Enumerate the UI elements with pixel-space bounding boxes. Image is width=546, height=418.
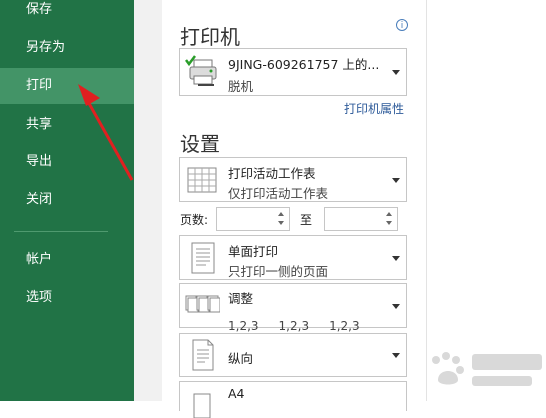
- collate-dropdown[interactable]: 调整 1,2,3 1,2,3 1,2,3: [179, 283, 407, 333]
- portrait-page-icon: [192, 339, 214, 371]
- collate-seq-2: 1,2,3: [278, 319, 310, 333]
- single-page-icon: [191, 242, 215, 273]
- paper-icon: [193, 393, 211, 418]
- printer-icon: [185, 55, 217, 86]
- pages-label: 页数:: [180, 213, 209, 227]
- chevron-down-icon: [392, 177, 400, 183]
- collate-seq-3: 1,2,3: [329, 319, 360, 333]
- collate-icon: [185, 295, 220, 312]
- chevron-down-icon: [392, 353, 400, 358]
- sheet-grid-icon: [187, 167, 217, 192]
- orientation-dropdown[interactable]: 纵向: [179, 333, 407, 377]
- spin-arrows-icon[interactable]: [277, 210, 287, 228]
- chevron-down-icon: [392, 303, 400, 309]
- chevron-down-icon: [392, 255, 400, 261]
- sides-main: 单面打印: [228, 244, 279, 259]
- chevron-down-icon: [392, 70, 400, 75]
- sides-dropdown[interactable]: 单面打印 只打印一侧的页面: [179, 235, 407, 280]
- to-label: 至: [300, 213, 313, 227]
- annotation-arrow-icon: [78, 84, 134, 181]
- print-what-dropdown[interactable]: 打印活动工作表 仅打印活动工作表: [179, 157, 407, 202]
- print-what-sub: 仅打印活动工作表: [228, 186, 329, 201]
- printer-name: 9JING-609261757 上的...: [228, 57, 380, 72]
- nav-save[interactable]: 保存: [0, 0, 134, 28]
- printer-status: 脱机: [228, 79, 254, 94]
- collate-seq-1: 1,2,3: [228, 319, 259, 333]
- info-icon[interactable]: i: [396, 19, 408, 31]
- pages-from-input[interactable]: [216, 207, 290, 231]
- sides-sub: 只打印一侧的页面: [228, 264, 329, 279]
- collate-sequence: 1,2,3 1,2,3 1,2,3: [228, 319, 360, 333]
- nav-options[interactable]: 选项: [0, 280, 134, 316]
- orientation-main: 纵向: [228, 351, 254, 366]
- paper-size-dropdown[interactable]: A4: [179, 381, 407, 418]
- printer-dropdown[interactable]: 9JING-609261757 上的... 脱机: [179, 48, 407, 96]
- baidu-watermark-icon: [432, 352, 542, 386]
- spin-arrows-icon[interactable]: [385, 210, 395, 228]
- collate-main: 调整: [228, 291, 254, 306]
- nav-divider: [14, 231, 108, 232]
- pages-to-input[interactable]: [324, 207, 398, 231]
- printer-properties-link[interactable]: 打印机属性: [344, 100, 404, 117]
- print-what-main: 打印活动工作表: [228, 166, 316, 181]
- paper-main: A4: [228, 386, 245, 401]
- panel-gutter: [134, 0, 162, 401]
- nav-account[interactable]: 帐户: [0, 242, 134, 278]
- settings-section-title: 设置: [180, 132, 220, 156]
- printer-section-title: 打印机: [180, 25, 240, 49]
- nav-save-as[interactable]: 另存为: [0, 30, 134, 66]
